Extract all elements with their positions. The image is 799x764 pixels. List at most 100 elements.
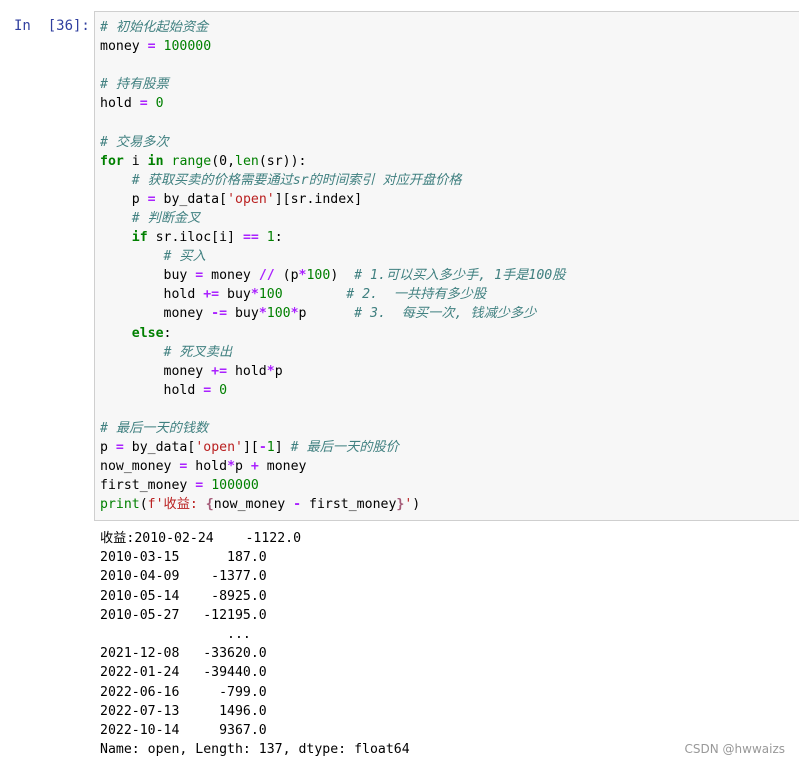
code-token-plain: p — [100, 440, 116, 456]
code-token-op: * — [227, 459, 236, 475]
code-token-num: 100 — [306, 268, 331, 284]
code-token-op: = — [139, 96, 148, 112]
code-token-plain: hold — [100, 96, 140, 112]
code-token-comment: # 获取买卖的价格需要通过sr的时间索引 对应开盘价格 — [131, 172, 462, 188]
code-line: money = 100000 — [100, 37, 565, 56]
code-cell-input[interactable]: # 初始化起始资金 money = 100000 # 持有股票 hold = 0 # 交… — [94, 11, 799, 521]
code-token-plain: ( — [139, 497, 148, 513]
code-line: # 死叉卖出 — [100, 343, 565, 362]
output-line: 2010-05-14 -8925.0 — [100, 588, 267, 604]
code-token-plain: (0, — [211, 153, 236, 169]
output-line: ... — [100, 626, 251, 642]
code-token-str: 'open' — [227, 191, 275, 207]
output-line: 2021-12-08 -33620.0 — [100, 646, 267, 662]
code-token-plain: p — [100, 191, 148, 207]
code-token-comment: # 判断金叉 — [131, 210, 201, 226]
code-token-comment: # 持有股票 — [100, 77, 169, 93]
code-token-plain: now_money — [213, 497, 294, 513]
code-line: p = by_data['open'][-1] # 最后一天的股价 — [100, 438, 565, 457]
output-line: 2010-05-27 -12195.0 — [100, 607, 267, 623]
code-token-op: - — [258, 440, 267, 456]
code-token-op: // — [258, 268, 275, 284]
code-token-comment: # 最后一天的钱数 — [100, 420, 209, 436]
code-line: # 最后一天的钱数 — [100, 419, 565, 438]
code-token-plain: hold — [227, 363, 267, 379]
code-token-plain: buy — [227, 306, 259, 322]
code-token-plain: buy — [219, 287, 251, 303]
code-token-builtin: print — [100, 497, 140, 513]
code-token-plain: (p — [274, 268, 299, 284]
code-token-plain: ][ — [242, 440, 259, 456]
code-token-comment: # 初始化起始资金 — [100, 20, 209, 35]
code-token-comment: # 最后一天的股价 — [290, 440, 399, 456]
code-token-num: 0 — [219, 382, 228, 398]
code-token-comment: # 交易多次 — [100, 134, 169, 150]
code-token-plain: sr.iloc[i] — [147, 230, 243, 246]
code-line: # 买入 — [100, 247, 565, 266]
code-token-plain: hold — [100, 382, 204, 398]
output-line: 2010-03-15 187.0 — [100, 550, 267, 566]
code-token-plain: i — [123, 153, 148, 169]
code-token-interp: { — [205, 497, 214, 513]
code-token-op: * — [258, 306, 267, 322]
code-token-plain: money — [203, 268, 259, 284]
code-line: if sr.iloc[i] == 1: — [100, 228, 565, 247]
code-token-plain: now_money — [100, 459, 180, 475]
code-line: money -= buy*100*p # 3. 每买一次, 钱减少多少 — [100, 304, 565, 323]
code-line: hold = 0 — [100, 381, 565, 400]
code-token-plain: : — [274, 230, 283, 246]
code-token-num: 100 — [266, 306, 291, 322]
code-token-num: 100000 — [163, 39, 212, 55]
code-line: buy = money // (p*100) # 1.可以买入多少手, 1手是1… — [100, 266, 566, 285]
code-token-op: * — [250, 287, 259, 303]
code-line: p = by_data['open'][sr.index] — [100, 190, 565, 209]
output-line: 2022-10-14 9367.0 — [100, 722, 267, 738]
code-token-plain: by_data[ — [123, 440, 196, 456]
output-line: 2022-06-16 -799.0 — [100, 684, 267, 700]
output-line: 2010-04-09 -1377.0 — [100, 569, 267, 585]
code-token-plain: hold — [100, 287, 204, 303]
code-token-op: = — [147, 191, 156, 207]
code-line: print(f'收益: {now_money - first_money}') — [100, 495, 565, 514]
code-token-plain: hold — [187, 459, 228, 475]
code-token-kw: if — [131, 230, 148, 246]
code-token-plain: p — [235, 459, 251, 475]
code-token-plain: money — [100, 363, 212, 379]
code-line: else: — [100, 324, 565, 343]
code-token-num: 100 — [258, 287, 283, 303]
code-token-str: 'open' — [195, 440, 243, 456]
code-line: # 交易多次 — [100, 133, 565, 152]
cell-output: 收益:2010-02-24 -1122.0 2010-03-15 187.0 201… — [100, 529, 410, 759]
code-token-kw: else — [131, 325, 164, 341]
code-token-builtin: range — [171, 153, 212, 169]
code-token-plain: money — [100, 39, 148, 55]
code-token-num: 0 — [155, 96, 164, 112]
code-line: # 判断金叉 — [100, 209, 565, 228]
code-token-op: += — [211, 363, 228, 379]
code-token-plain: ) — [412, 497, 421, 513]
code-token-plain: ) — [330, 268, 355, 284]
code-line: for i in range(0,len(sr)): — [100, 152, 565, 171]
code-editor[interactable]: # 初始化起始资金 money = 100000 # 持有股票 hold = 0 # 交… — [100, 18, 565, 514]
code-token-plain: first_money — [100, 478, 196, 494]
code-line: hold = 0 — [100, 94, 565, 113]
code-token-builtin: len — [235, 153, 259, 169]
code-token-op: = — [115, 440, 124, 456]
code-token-plain: : — [163, 325, 172, 341]
code-line: # 持有股票 — [100, 75, 565, 94]
code-token-plain: (sr)): — [258, 153, 307, 169]
code-line: money += hold*p — [100, 362, 565, 381]
code-line: # 初始化起始资金 — [100, 18, 565, 37]
